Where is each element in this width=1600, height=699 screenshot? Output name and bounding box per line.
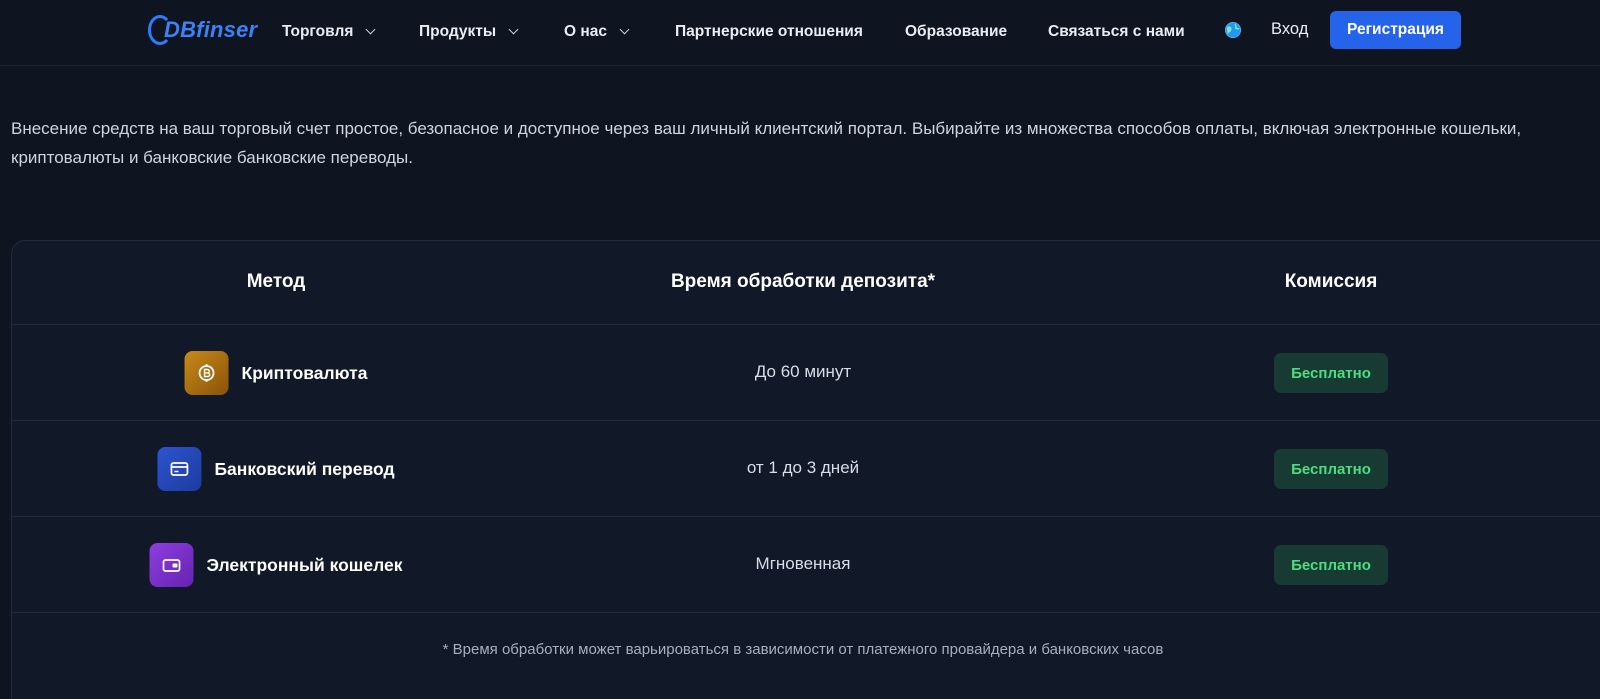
method-name: Электронный кошелек xyxy=(206,554,403,575)
column-header-fee: Комиссия xyxy=(1284,271,1378,292)
deposit-methods-table: Метод Время обработки депозита* Комиссия… xyxy=(11,240,1600,699)
wallet-icon xyxy=(149,543,194,587)
nav-item-label: Торговля xyxy=(282,23,354,40)
chevron-down-icon xyxy=(619,24,630,34)
method-cell: Электронный кошелек xyxy=(149,543,403,587)
logo-mark xyxy=(148,15,172,45)
nav-item-label: О нас xyxy=(564,23,607,40)
nav-item-label: Связаться с нами xyxy=(1048,23,1185,40)
bank-card-icon xyxy=(157,447,202,491)
nav-item-products[interactable]: Продукты xyxy=(419,20,519,44)
processing-time: Мгновенная xyxy=(755,554,851,573)
processing-time: от 1 до 3 дней xyxy=(746,458,860,477)
chevron-down-icon xyxy=(365,24,376,34)
nav-item-label: Партнерские отношения xyxy=(675,23,863,40)
nav-item-trading[interactable]: Торговля xyxy=(282,20,376,44)
method-name: Банковский перевод xyxy=(214,458,395,479)
nav-item-partners[interactable]: Партнерские отношения xyxy=(675,20,863,44)
logo-text: DBfinser xyxy=(164,17,258,42)
fee-badge: Бесплатно xyxy=(1274,545,1388,585)
logo[interactable]: DBfinser xyxy=(148,12,257,48)
method-cell: Криптовалюта xyxy=(184,351,368,395)
table-row: Криптовалюта До 60 минут Бесплатно xyxy=(12,325,1600,421)
column-header-processing-time: Время обработки депозита* xyxy=(670,271,936,292)
table-header: Метод Время обработки депозита* Комиссия xyxy=(12,241,1600,325)
login-link[interactable]: Вход xyxy=(1271,20,1308,39)
nav-item-contact[interactable]: Связаться с нами xyxy=(1048,20,1185,44)
processing-time-footnote: * Время обработки может варьироваться в … xyxy=(442,641,1164,658)
nav-item-education[interactable]: Образование xyxy=(905,20,1007,44)
fee-badge: Бесплатно xyxy=(1274,449,1388,489)
nav-item-about[interactable]: О нас xyxy=(564,20,630,44)
table-row: Банковский перевод от 1 до 3 дней Беспла… xyxy=(12,421,1600,517)
fee-badge: Бесплатно xyxy=(1274,353,1388,393)
nav-item-label: Продукты xyxy=(419,23,497,40)
chevron-down-icon xyxy=(508,24,519,34)
table-row: Электронный кошелек Мгновенная Бесплатно xyxy=(12,517,1600,613)
column-header-method: Метод xyxy=(246,271,306,292)
crypto-icon xyxy=(184,351,229,395)
register-button[interactable]: Регистрация xyxy=(1330,11,1461,49)
nav-item-label: Образование xyxy=(905,23,1008,40)
site-header: DBfinser Торговля Продукты О нас Партнер… xyxy=(0,0,1600,66)
globe-icon[interactable] xyxy=(1224,21,1242,39)
processing-time: До 60 минут xyxy=(754,362,852,381)
method-name: Криптовалюта xyxy=(241,362,368,383)
intro-text: Внесение средств на ваш торговый счет пр… xyxy=(11,119,1522,167)
method-cell: Банковский перевод xyxy=(157,447,395,491)
